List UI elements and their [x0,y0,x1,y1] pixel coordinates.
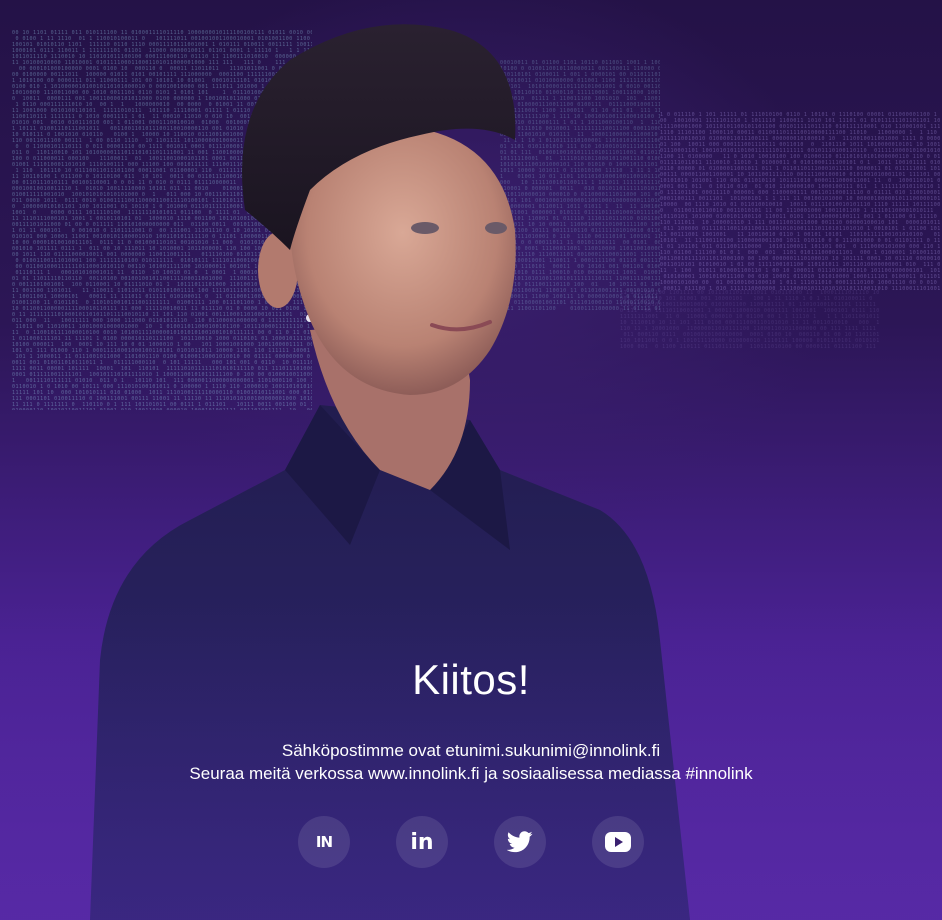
youtube-link[interactable] [592,816,644,868]
innolink-icon: IN [315,833,333,851]
twitter-icon [507,831,533,853]
twitter-link[interactable] [494,816,546,868]
page-title: Kiitos! [412,656,530,703]
youtube-icon [605,832,631,852]
follow-info-text: Seuraa meitä verkossa www.innolink.fi ja… [189,764,753,783]
linkedin-link[interactable]: in [396,816,448,868]
social-links: IN in [298,816,644,868]
email-info-text: Sähköpostimme ovat etunimi.sukunimi@inno… [281,741,661,760]
innolink-link[interactable]: IN [298,816,350,868]
content: Kiitos! Sähköpostimme ovat etunimi.sukun… [0,0,942,920]
linkedin-icon: in [410,829,434,855]
